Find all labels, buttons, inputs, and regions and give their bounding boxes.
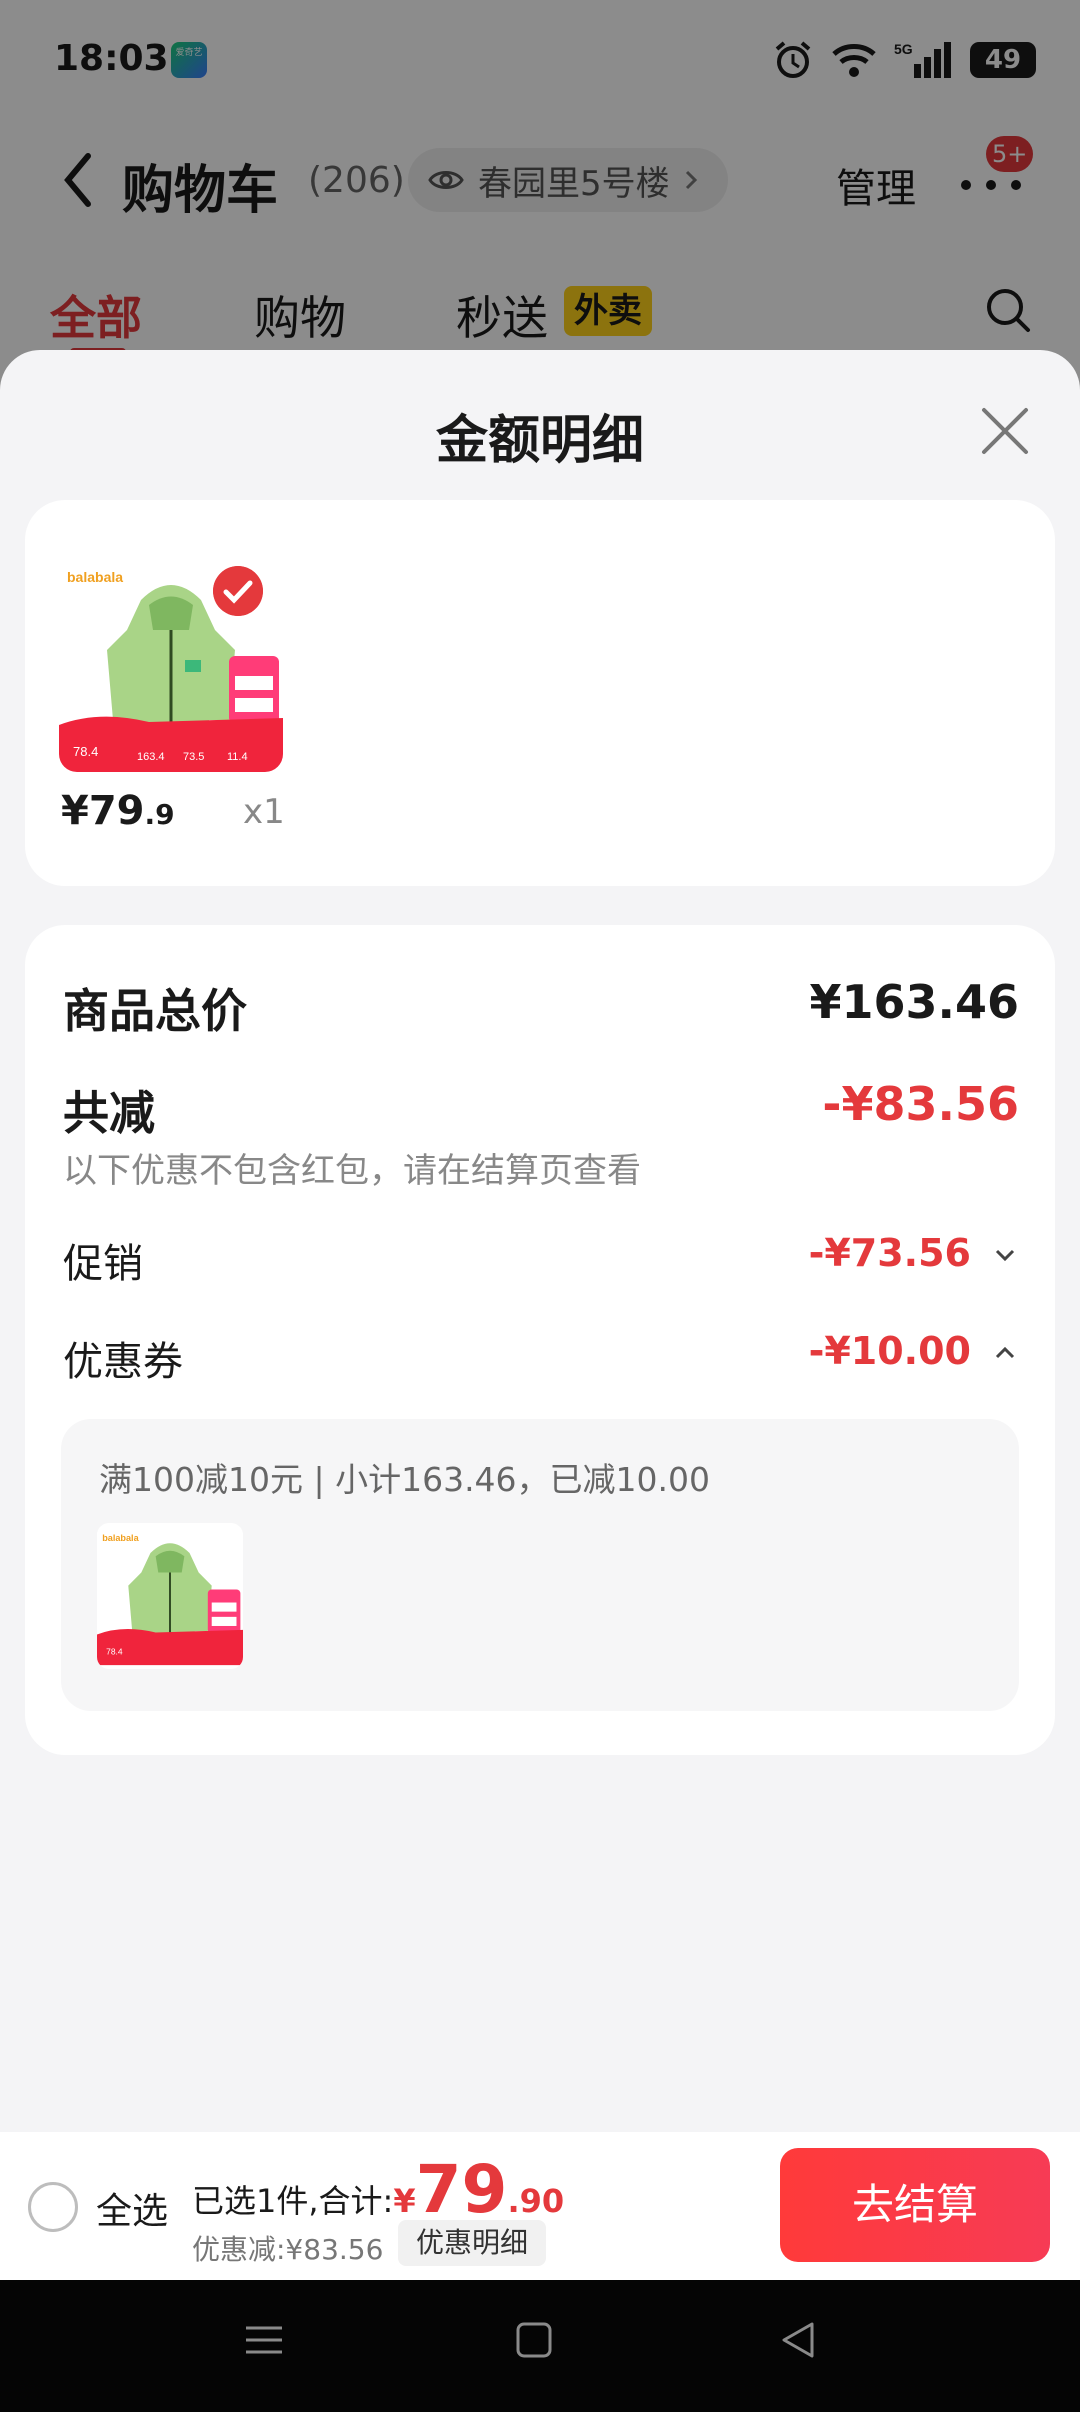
select-all-radio[interactable] (28, 2182, 78, 2232)
home-icon[interactable] (514, 2320, 554, 2360)
checkout-button[interactable]: 去结算 (780, 2148, 1050, 2262)
total-summary: 已选1件,合计: ¥ 79 .90 (192, 2151, 565, 2228)
total-reduction-label: 共减 (63, 1086, 155, 1140)
total-price-value: ¥163.46 (809, 975, 1019, 1029)
amount-detail-sheet: 金额明细 balabala 78.4 163.4 73.5 11.4 ¥79.9… (0, 350, 1080, 2132)
total-price-label: 商品总价 (63, 984, 247, 1038)
chevron-down-icon[interactable] (991, 1241, 1019, 1269)
jacket-thumbnail: balabala 78.4 (97, 1526, 243, 1666)
promotion-value: -¥73.56 (808, 1231, 971, 1275)
selected-check-icon[interactable] (213, 566, 263, 616)
sheet-title: 金额明细 (435, 411, 644, 471)
system-nav-bar (0, 2280, 1080, 2412)
svg-text:11.4: 11.4 (227, 751, 248, 763)
svg-text:78.4: 78.4 (73, 744, 98, 759)
coupon-product-image[interactable]: balabala 78.4 (97, 1523, 243, 1669)
select-all-label[interactable]: 全选 (96, 2182, 168, 2234)
coupon-value: -¥10.00 (808, 1329, 971, 1373)
coupon-label: 优惠券 (63, 1339, 183, 1385)
price-breakdown-card: 商品总价 ¥163.46 共减 -¥83.56 以下优惠不包含红包，请在结算页查… (25, 925, 1055, 1755)
close-icon[interactable] (978, 404, 1032, 458)
product-price: ¥79.9 (61, 788, 175, 834)
promotion-label: 促销 (63, 1241, 143, 1287)
product-quantity: x1 (243, 792, 285, 832)
checkout-bar: 全选 已选1件,合计: ¥ 79 .90 优惠减:¥83.56 优惠明细 去结算 (0, 2132, 1080, 2280)
coupon-detail-box: 满100减10元 | 小计163.46，已减10.00 balabala 78.… (61, 1419, 1019, 1711)
back-icon[interactable] (778, 2320, 818, 2360)
svg-text:balabala: balabala (102, 1533, 139, 1543)
discount-amount: 优惠减:¥83.56 (192, 2233, 384, 2266)
coupon-detail-text: 满100减10元 | 小计163.46，已减10.00 (99, 1460, 711, 1499)
total-amount: 79 (415, 2151, 508, 2228)
chevron-up-icon[interactable] (991, 1339, 1019, 1367)
total-reduction-value: -¥83.56 (822, 1077, 1019, 1131)
dim-overlay[interactable] (0, 0, 1080, 400)
discount-detail-button[interactable]: 优惠明细 (398, 2220, 547, 2266)
svg-text:73.5: 73.5 (183, 751, 204, 763)
product-card: balabala 78.4 163.4 73.5 11.4 ¥79.9 x1 (25, 500, 1055, 886)
svg-text:78.4: 78.4 (106, 1647, 123, 1657)
menu-icon[interactable] (244, 2320, 284, 2360)
brand-logo-text: balabala (67, 569, 123, 585)
svg-text:163.4: 163.4 (137, 751, 165, 763)
